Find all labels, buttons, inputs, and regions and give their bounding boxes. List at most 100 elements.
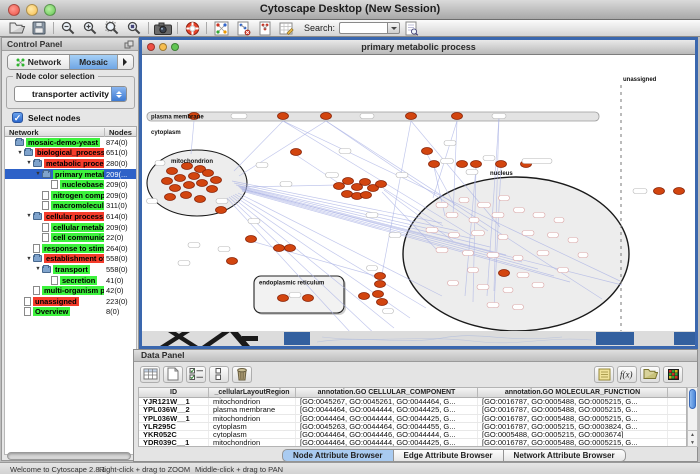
node-label-pill[interactable] <box>366 213 378 218</box>
scrollbar-arrows[interactable]: ▲▼ <box>688 430 697 446</box>
zoom-selected-button[interactable] <box>101 20 123 36</box>
tree-row[interactable]: ▼cellular process614(0) <box>5 211 136 222</box>
tree-row[interactable]: ▼primary metabol209(... <box>5 169 136 180</box>
node-label-pill[interactable] <box>367 266 378 271</box>
float-panel-icon[interactable] <box>124 40 134 51</box>
graph-node[interactable] <box>422 148 433 155</box>
graph-node[interactable] <box>429 161 440 168</box>
search-input[interactable] <box>339 22 387 34</box>
graph-node[interactable] <box>361 192 372 199</box>
node-label-pill[interactable] <box>537 251 549 256</box>
graph-node[interactable] <box>246 236 257 243</box>
select-all-attributes-button[interactable] <box>186 366 206 383</box>
tree-row[interactable]: cell communicat22(0) <box>5 232 136 243</box>
node-label-pill[interactable] <box>389 233 401 238</box>
graph-node[interactable] <box>181 192 192 199</box>
node-label-pill[interactable] <box>155 161 165 166</box>
graph-node[interactable] <box>452 113 463 120</box>
graph-node[interactable] <box>377 299 388 306</box>
tree-row[interactable]: secretion41(0) <box>5 275 136 286</box>
node-label-pill[interactable] <box>472 231 485 236</box>
expander-icon[interactable]: ▼ <box>25 213 33 219</box>
node-label-pill[interactable] <box>396 173 408 178</box>
node-label-pill[interactable] <box>499 196 510 201</box>
node-label-pill[interactable] <box>554 218 564 223</box>
network-graph[interactable]: plasma membrane cytoplasm mitochondrion … <box>142 55 695 346</box>
tab-node-attribute-browser[interactable]: Node Attribute Browser <box>282 449 394 462</box>
notes-button[interactable] <box>594 366 614 383</box>
more-tabs-button[interactable] <box>118 55 133 69</box>
col-cellular-component[interactable]: annotation.GO CELLULAR_COMPONENT <box>296 388 478 397</box>
node-label-pill[interactable] <box>514 208 525 213</box>
graph-node[interactable] <box>274 245 285 252</box>
edge[interactable] <box>227 198 362 345</box>
node-label-pill[interactable] <box>448 281 459 286</box>
graph-node[interactable] <box>334 183 345 190</box>
node-label-pill[interactable] <box>478 203 491 208</box>
node-label-pill[interactable] <box>469 218 479 223</box>
tree-row[interactable]: macromolecule311(0) <box>5 201 136 212</box>
graph-node[interactable] <box>197 180 208 187</box>
graph-node[interactable] <box>376 181 387 188</box>
scrollbar-thumb[interactable] <box>689 389 696 409</box>
tree-row[interactable]: mosaic-demo-yeast874(0) <box>5 137 136 148</box>
open-session-button[interactable] <box>6 20 28 36</box>
tree-row[interactable]: multi-organism pro42(0) <box>5 285 136 296</box>
node-label-pill[interactable] <box>441 159 454 164</box>
attribute-table[interactable]: ID _cellularLayoutRegion annotation.GO C… <box>138 387 687 447</box>
node-label-pill[interactable] <box>326 173 339 178</box>
node-label-pill[interactable] <box>188 243 200 248</box>
graph-node[interactable] <box>321 113 332 120</box>
node-label-pill[interactable] <box>513 256 523 261</box>
edge[interactable] <box>296 155 337 182</box>
graph-node[interactable] <box>342 191 353 198</box>
tree-row[interactable]: ▼transport558(0) <box>5 264 136 275</box>
graph-node[interactable] <box>189 173 200 180</box>
graph-node[interactable] <box>184 182 195 189</box>
advanced-search-button[interactable] <box>400 20 422 36</box>
node-label-pill[interactable] <box>532 283 544 288</box>
graph-node[interactable] <box>471 161 482 168</box>
node-label-pill[interactable] <box>339 149 351 154</box>
graph-node[interactable] <box>375 273 386 280</box>
graph-node[interactable] <box>360 179 371 186</box>
network-canvas[interactable]: plasma membrane cytoplasm mitochondrion … <box>142 55 695 346</box>
node-label-pill[interactable] <box>503 288 513 293</box>
panel-grow-bar[interactable] <box>7 452 131 460</box>
tree-row[interactable]: nucleobase-209(0) <box>5 179 136 190</box>
network-view-titlebar[interactable]: primary metabolic process <box>142 40 695 55</box>
table-row[interactable]: YLR295Ccytoplasm[GO:0045263, GO:0044464,… <box>139 423 686 431</box>
snapshot-button[interactable] <box>152 20 174 36</box>
graph-node[interactable] <box>375 281 386 288</box>
graph-node[interactable] <box>167 168 178 175</box>
graph-node[interactable] <box>227 258 238 265</box>
table-row[interactable]: YPL036W__1mitochondrion[GO:0044464, GO:0… <box>139 415 686 423</box>
node-label-pill[interactable] <box>492 213 504 218</box>
tree-col-nodes[interactable]: Nodes <box>104 128 132 137</box>
node-label-pill[interactable] <box>436 248 448 253</box>
window-titlebar[interactable]: Cytoscape Desktop (New Session) <box>0 0 700 20</box>
destroy-network-view-button[interactable] <box>232 20 254 36</box>
node-label-pill[interactable] <box>468 268 479 273</box>
table-row[interactable]: YJR121W__1mitochondrion[GO:0045267, GO:0… <box>139 398 686 406</box>
node-label-pill[interactable] <box>483 156 495 161</box>
heatmap-button[interactable] <box>663 366 683 383</box>
graph-node[interactable] <box>343 178 354 185</box>
graph-node[interactable] <box>162 178 173 185</box>
tree-row[interactable]: ▼establishment of lo558(0) <box>5 254 136 265</box>
help-button[interactable] <box>181 20 203 36</box>
node-label-pill[interactable] <box>522 159 552 164</box>
create-network-view-button[interactable] <box>210 20 232 36</box>
save-session-button[interactable] <box>28 20 50 36</box>
col-molecular-function[interactable]: annotation.GO MOLECULAR_FUNCTION <box>478 388 668 397</box>
node-label-pill[interactable] <box>231 114 247 119</box>
tree-row[interactable]: unassigned223(0) <box>5 296 136 307</box>
node-label-pill[interactable] <box>487 303 499 308</box>
node-label-pill[interactable] <box>513 305 524 310</box>
zoom-out-button[interactable] <box>57 20 79 36</box>
expander-icon[interactable]: ▼ <box>25 256 33 262</box>
node-label-pill[interactable] <box>492 114 506 119</box>
node-label-pill[interactable] <box>578 253 588 258</box>
node-label-pill[interactable] <box>459 198 469 203</box>
graph-node[interactable] <box>278 113 289 120</box>
